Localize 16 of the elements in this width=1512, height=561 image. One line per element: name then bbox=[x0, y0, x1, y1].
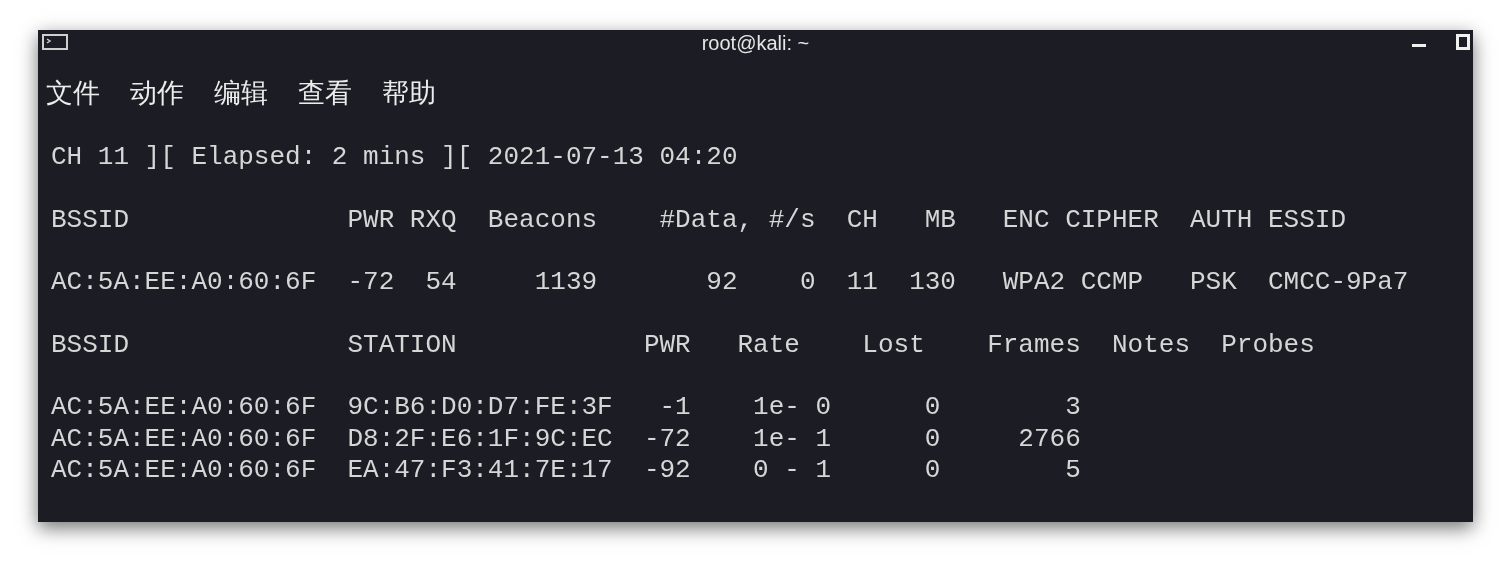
menu-item[interactable]: 动作 bbox=[130, 74, 184, 112]
terminal-line: AC:5A:EE:A0:60:6F D8:2F:E6:1F:9C:EC -72 1e- 1 0 2766 bbox=[51, 423, 1081, 455]
menu-item[interactable]: 编辑 bbox=[214, 74, 268, 112]
maximize-button[interactable] bbox=[1456, 34, 1470, 50]
terminal-line: AC:5A:EE:A0:60:6F 9C:B6:D0:D7:FE:3F -1 1e- 0 0 3 bbox=[51, 392, 1081, 424]
terminal-icon bbox=[42, 34, 68, 50]
minimize-button[interactable] bbox=[1412, 42, 1426, 48]
terminal-line: BSSID STATION PWR Rate Lost Frames Notes Probes bbox=[51, 329, 1315, 362]
terminal-line: BSSID PWR RXQ Beacons #Data, #/s CH MB ENC CIPHER AUTH ESSID bbox=[51, 204, 1346, 236]
terminal-line: AC:5A:EE:A0:60:6F -72 54 1139 92 0 11 130 WPA2 CCMP PSK CMCC-9Pa7 bbox=[51, 267, 1409, 299]
terminal-line: AC:5A:EE:A0:60:6F EA:47:F3:41:7E:17 -92 0 - 1 0 5 bbox=[51, 454, 1081, 487]
menu-item[interactable]: 帮助 bbox=[382, 74, 436, 112]
window-title: root@kali: ~ bbox=[701, 31, 810, 55]
menu-item[interactable]: 文件 bbox=[46, 74, 100, 112]
terminal-line: CH 11 ][ Elapsed: 2 mins ][ 2021-07-13 04:20 bbox=[51, 142, 738, 174]
menu-item[interactable]: 查看 bbox=[298, 74, 352, 112]
